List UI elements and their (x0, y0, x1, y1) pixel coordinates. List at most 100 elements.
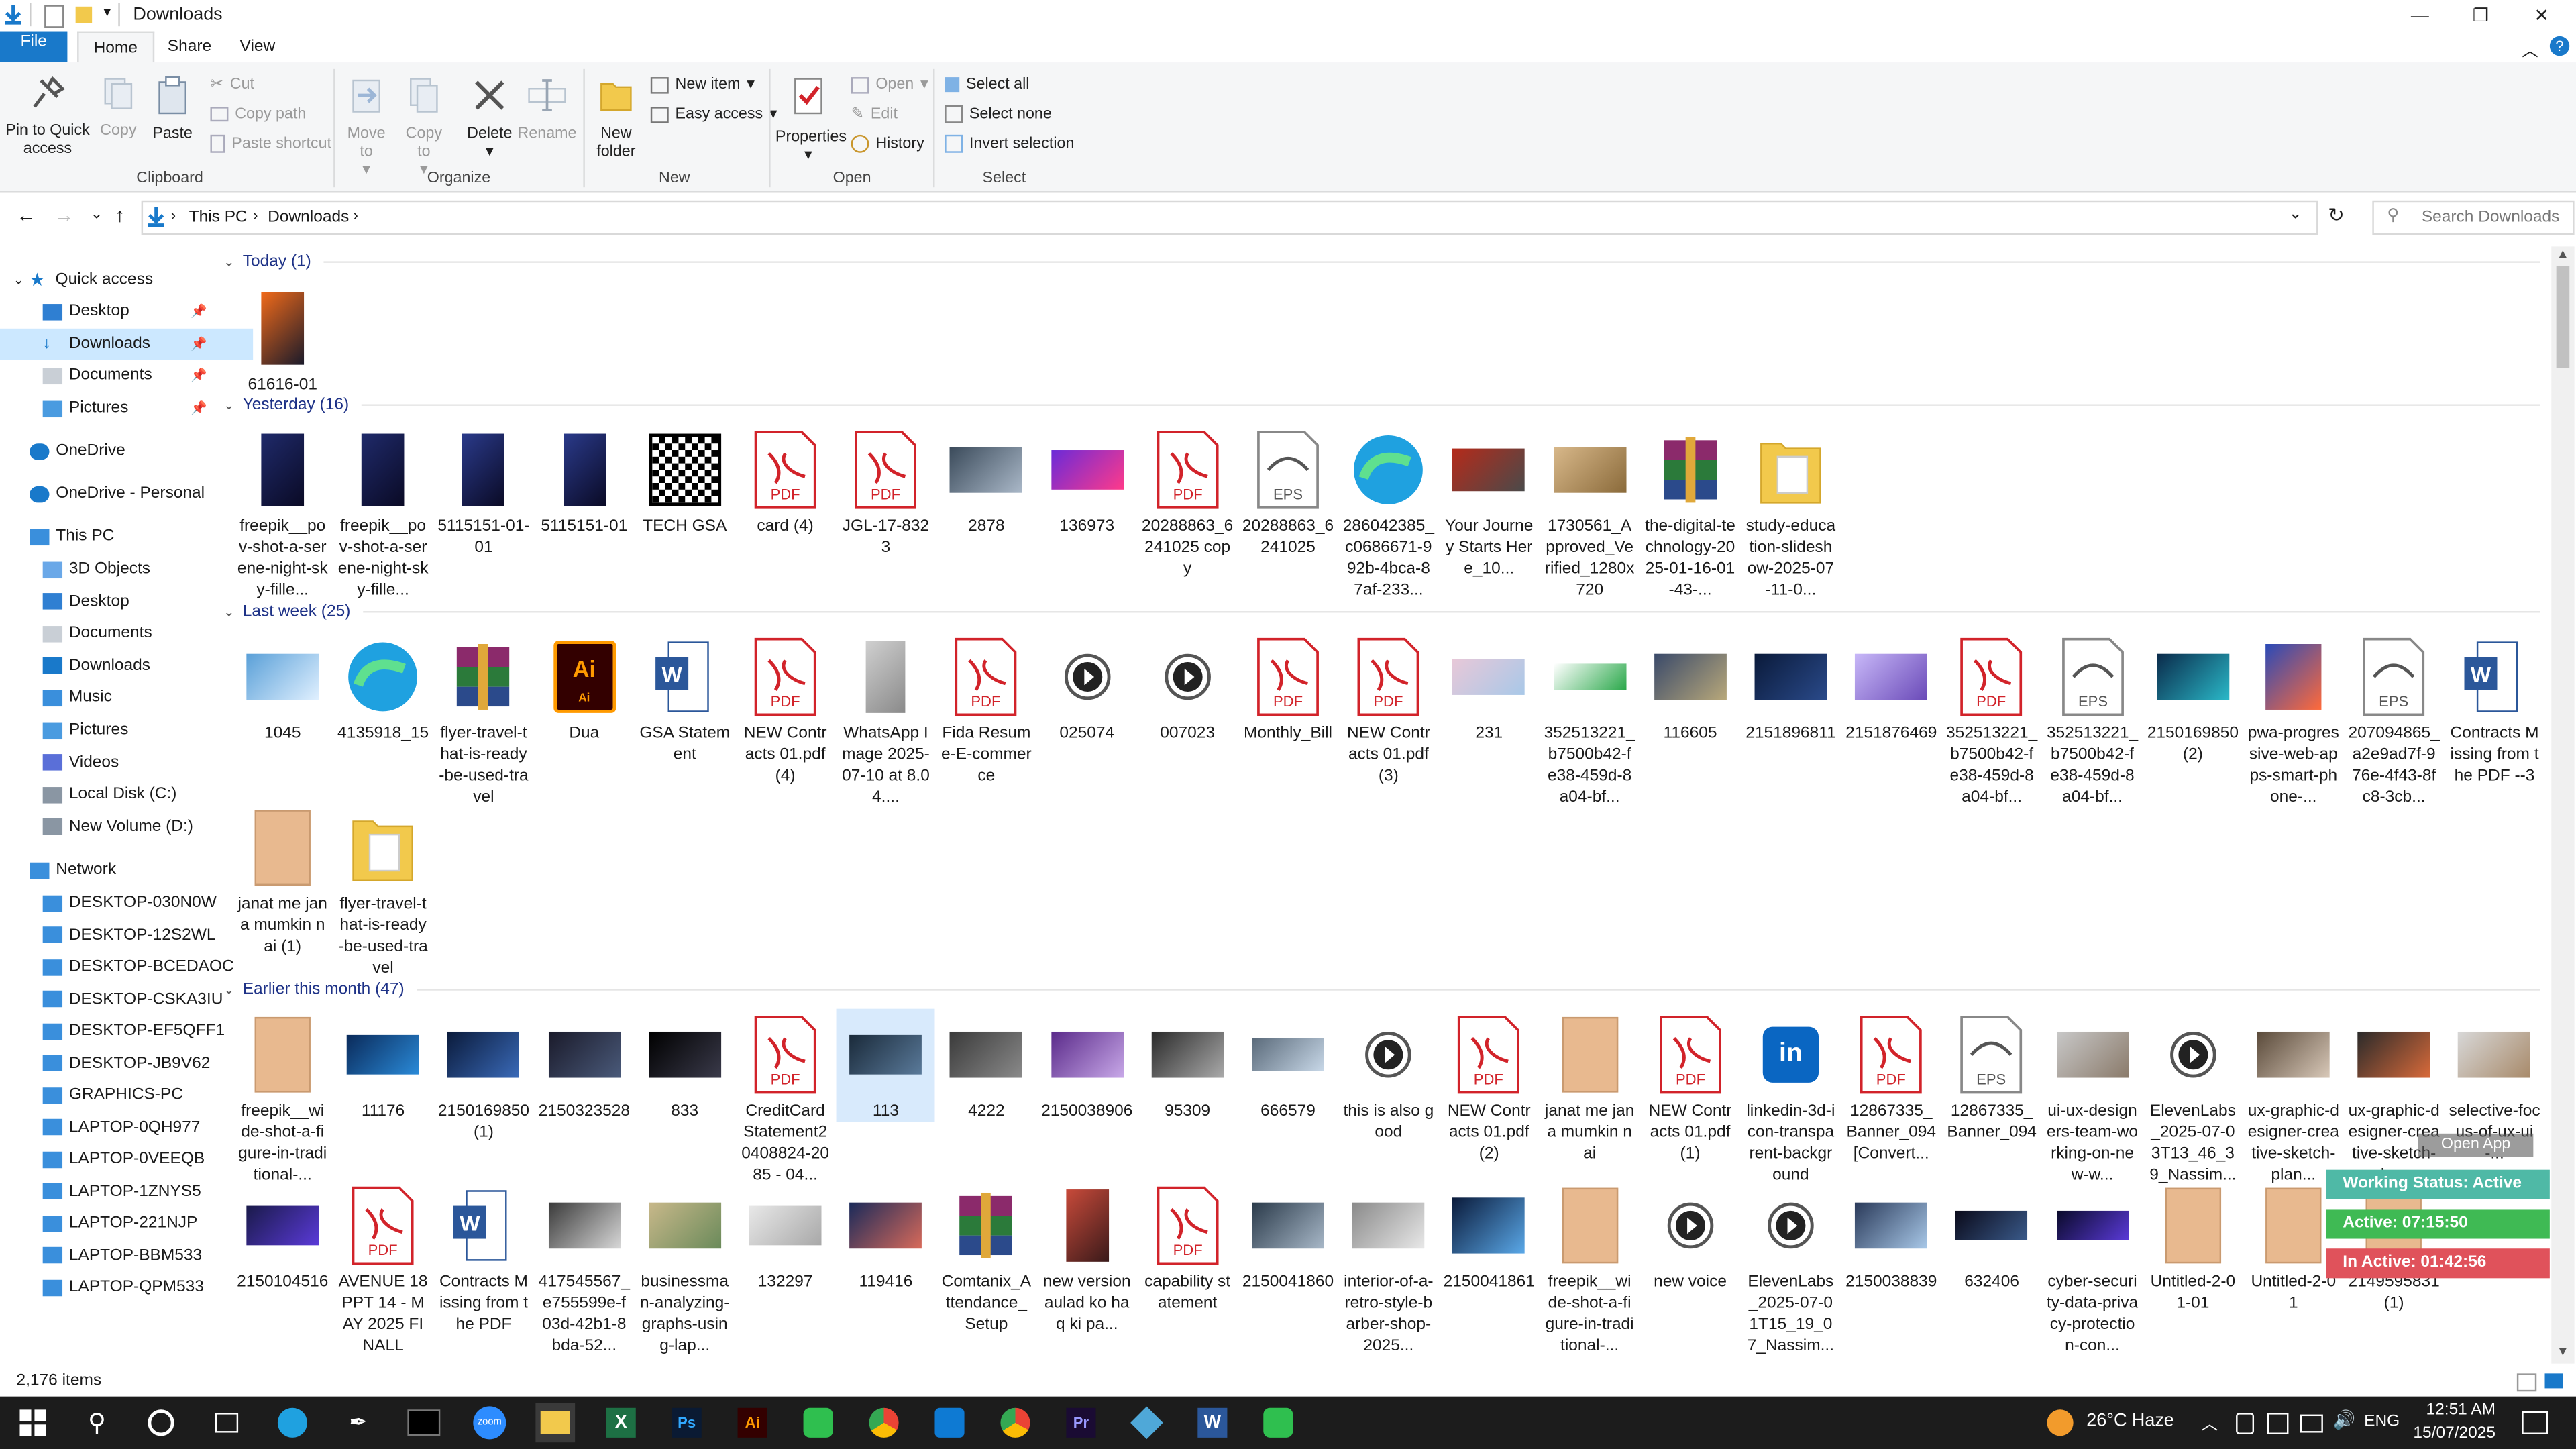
file-item[interactable]: janat me jana mumkin nai (1540, 1009, 1639, 1165)
device-icon[interactable] (2267, 1413, 2289, 1434)
weather-text[interactable]: 26°C Haze (2086, 1411, 2174, 1431)
new-item-button[interactable]: New item ▾ (650, 76, 755, 94)
file-item[interactable]: 132297 (736, 1179, 835, 1293)
file-item[interactable]: ui-ux-designers-team-working-on-new-w... (2043, 1009, 2142, 1186)
file-item[interactable]: PDF NEW Contracts 01.pdf (1) (1641, 1009, 1739, 1165)
file-item[interactable]: 136973 (1038, 424, 1136, 537)
file-explorer-app-icon[interactable] (535, 1403, 576, 1443)
file-item[interactable]: PDF NEW Contracts 01.pdf (2) (1440, 1009, 1538, 1165)
file-item[interactable]: 2150041860 (1239, 1179, 1338, 1293)
file-item[interactable]: 666579 (1239, 1009, 1338, 1122)
start-button[interactable] (13, 1403, 53, 1442)
select-all-button[interactable]: Select all (945, 76, 1029, 94)
file-item[interactable]: janat me jana mumkin nai (1) (233, 802, 332, 958)
properties-button[interactable]: Properties ▾ (775, 76, 847, 164)
premiere-app-icon[interactable]: Pr (1061, 1403, 1101, 1442)
excel-app-icon[interactable]: X (601, 1403, 641, 1442)
file-item[interactable]: cyber-security-data-privacy-protection-c… (2043, 1179, 2142, 1356)
file-item[interactable]: interior-of-a-retro-style-barber-shop-20… (1339, 1179, 1438, 1356)
file-item[interactable]: W Contracts Missing from the PDF (434, 1179, 533, 1336)
file-item[interactable]: PDF 12867335_Banner_094 [Convert... (1842, 1009, 1941, 1165)
file-item[interactable]: PDF NEW Contracts 01.pdf (4) (736, 631, 835, 787)
pen-app-icon[interactable]: ✒ (338, 1403, 378, 1442)
file-item[interactable]: 61616-01 (233, 282, 332, 396)
file-item[interactable]: 2150104516 (233, 1179, 332, 1293)
file-item[interactable]: freepik__wide-shot-a-figure-in-tradition… (1540, 1179, 1639, 1356)
file-item[interactable]: study-education-slideshow-2025-07-11-0..… (1741, 424, 1840, 601)
copy-to-button[interactable]: Copy to ▾ (399, 76, 448, 179)
file-item[interactable]: 95309 (1138, 1009, 1237, 1122)
file-item[interactable]: 113 (837, 1008, 935, 1122)
file-item[interactable]: 2150041861 (1440, 1179, 1538, 1293)
scroll-up-icon[interactable]: ▲ (2557, 246, 2569, 261)
file-item[interactable]: Ai Ai Dua (535, 631, 633, 744)
cut-button[interactable]: ✂ Cut (210, 76, 254, 94)
file-item[interactable]: EPS 12867335_Banner_094 (1943, 1009, 2041, 1144)
file-item[interactable]: new version aulad ko haq ki pa... (1038, 1179, 1136, 1336)
history-button[interactable]: History (851, 134, 924, 153)
properties-quick-icon[interactable] (44, 5, 64, 28)
pin-to-quick-access-button[interactable]: Pin to Quick access (5, 76, 90, 158)
file-item[interactable]: 5115151-01 (535, 424, 633, 537)
phone-app-2-icon[interactable] (1258, 1403, 1298, 1442)
new-folder-quick-icon[interactable] (75, 6, 93, 23)
file-item[interactable]: TECH GSA (635, 424, 734, 537)
file-item[interactable]: Untitled-2-01-01 (2143, 1179, 2242, 1314)
file-item[interactable]: PDF AVENUE 18 PPT 14 - MAY 2025 FINALL (334, 1179, 433, 1356)
terminal-app-icon[interactable] (404, 1403, 443, 1442)
task-view-icon[interactable] (207, 1403, 247, 1442)
delete-button[interactable]: Delete ▾ (464, 76, 516, 161)
zoom-app-icon[interactable]: zoom (470, 1403, 509, 1442)
copy-button[interactable]: Copy (95, 76, 142, 140)
file-item[interactable]: flyer-travel-that-is-ready-be-used-trave… (334, 802, 433, 979)
open-button[interactable]: Open ▾ (851, 76, 928, 94)
tab-file[interactable]: File (0, 31, 68, 63)
file-item[interactable]: ElevenLabs_2025-07-01T15_19_07_Nassim... (1741, 1179, 1840, 1356)
scroll-down-icon[interactable]: ▼ (2557, 1344, 2569, 1358)
file-item[interactable]: 007023 (1138, 631, 1237, 744)
file-item[interactable]: EPS 207094865_a2e9ad7f-976e-4f43-8fc8-3cb… (2345, 631, 2443, 808)
file-item[interactable]: freepik__wide-shot-a-figure-in-tradition… (233, 1009, 332, 1186)
weather-icon[interactable] (2047, 1409, 2074, 1436)
file-item[interactable]: 1045 (233, 631, 332, 744)
file-item[interactable]: PDF Monthly_Bill (1239, 631, 1338, 744)
file-item[interactable]: 231 (1440, 631, 1538, 744)
file-item[interactable]: Your Journey Starts Here_10... (1440, 424, 1538, 580)
invert-selection-button[interactable]: Invert selection (945, 134, 1074, 153)
downloads-arrow-icon[interactable] (5, 5, 21, 25)
file-item[interactable]: 2151876469 (1842, 631, 1941, 744)
group-last-week[interactable]: ⌄ Last week (25) (223, 603, 2540, 621)
move-to-button[interactable]: Move to ▾ (341, 76, 390, 179)
open-app-button[interactable]: Open App (2418, 1133, 2534, 1157)
help-icon[interactable]: ? (2549, 36, 2570, 56)
nav-this-pc[interactable]: This PC (0, 521, 240, 552)
file-item[interactable]: 4222 (937, 1009, 1036, 1122)
file-item[interactable]: 4135918_15 (334, 631, 433, 744)
refresh-icon[interactable]: ↻ (2328, 204, 2345, 227)
file-item[interactable]: pwa-progressive-web-apps-smart-phone-... (2244, 631, 2343, 808)
input-language[interactable]: ENG (2364, 1413, 2400, 1431)
clock-time[interactable]: 12:51 AM (2410, 1401, 2496, 1419)
cortana-icon[interactable] (142, 1403, 181, 1442)
nav-network[interactable]: Network (0, 854, 240, 885)
file-item[interactable]: 2150038839 (1842, 1179, 1941, 1293)
file-item[interactable]: in linkedin-3d-icon-transparent-backgroun… (1741, 1009, 1840, 1186)
close-button[interactable]: ✕ (2504, 0, 2576, 32)
scroll-thumb[interactable] (2556, 266, 2570, 368)
file-item[interactable]: 833 (635, 1009, 734, 1122)
word-app-icon[interactable]: W (1193, 1403, 1232, 1442)
file-item[interactable]: flyer-travel-that-is-ready-be-used-trave… (434, 631, 533, 808)
file-item[interactable]: 286042385_c0686671-992b-4bca-87af-233... (1339, 424, 1438, 601)
edge-app-icon[interactable] (273, 1403, 313, 1442)
group-earlier-this-month[interactable]: ⌄ Earlier this month (47) (223, 981, 2540, 999)
file-item[interactable]: 417545567_e755599e-f03d-42b1-8bda-52... (535, 1179, 633, 1356)
file-item[interactable]: 119416 (837, 1179, 935, 1293)
file-item[interactable]: ElevenLabs_2025-07-03T13_46_39_Nassim... (2143, 1009, 2242, 1186)
volume-icon[interactable]: 🔊 (2333, 1409, 2356, 1431)
select-none-button[interactable]: Select none (945, 105, 1052, 123)
photoshop-app-icon[interactable]: Ps (667, 1403, 706, 1442)
network-tray-icon[interactable] (2300, 1414, 2323, 1433)
notifications-icon[interactable] (2522, 1411, 2548, 1434)
file-item[interactable]: 2150169850 (2) (2143, 631, 2242, 765)
file-item[interactable]: freepik__pov-shot-a-serene-night-sky-fil… (233, 424, 332, 601)
